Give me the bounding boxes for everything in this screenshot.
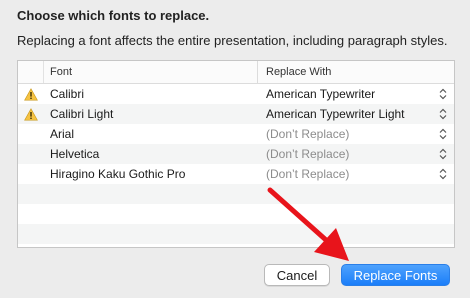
empty-row xyxy=(18,204,454,224)
replace-with-select[interactable]: (Don’t Replace) xyxy=(258,147,432,161)
warning-triangle-icon xyxy=(24,87,38,101)
replace-with-select[interactable]: (Don’t Replace) xyxy=(258,167,432,181)
table-row[interactable]: Calibri Light American Typewriter Light xyxy=(18,104,454,124)
up-down-stepper-icon[interactable] xyxy=(439,128,447,140)
font-name: Arial xyxy=(50,127,75,141)
dialog-title: Choose which fonts to replace. xyxy=(17,8,210,23)
dialog-subtitle: Replacing a font affects the entire pres… xyxy=(17,33,448,48)
table-row[interactable]: Calibri American Typewriter xyxy=(18,84,454,104)
table-header: Font Replace With xyxy=(18,61,454,84)
cancel-button[interactable]: Cancel xyxy=(264,264,330,286)
table-row[interactable]: Helvetica (Don’t Replace) xyxy=(18,144,454,164)
empty-row xyxy=(18,224,454,244)
up-down-stepper-icon[interactable] xyxy=(439,88,447,100)
font-replacement-table: Font Replace With Calibri American Typew… xyxy=(17,60,455,248)
replace-fonts-button[interactable]: Replace Fonts xyxy=(341,264,450,286)
up-down-stepper-icon[interactable] xyxy=(439,108,447,120)
up-down-stepper-icon[interactable] xyxy=(439,148,447,160)
header-font[interactable]: Font xyxy=(44,61,258,83)
table-row[interactable]: Arial (Don’t Replace) xyxy=(18,124,454,144)
font-name: Calibri Light xyxy=(50,107,114,121)
header-replace-with[interactable]: Replace With xyxy=(258,61,454,83)
font-name: Hiragino Kaku Gothic Pro xyxy=(50,167,186,181)
warning-triangle-icon xyxy=(24,107,38,121)
replace-with-select[interactable]: American Typewriter Light xyxy=(258,107,432,121)
up-down-stepper-icon[interactable] xyxy=(439,168,447,180)
header-warning-column xyxy=(18,61,44,83)
replace-with-select[interactable]: (Don’t Replace) xyxy=(258,127,432,141)
font-name: Calibri xyxy=(50,87,85,101)
replace-with-select[interactable]: American Typewriter xyxy=(258,87,432,101)
table-row[interactable]: Hiragino Kaku Gothic Pro (Don’t Replace) xyxy=(18,164,454,184)
empty-row xyxy=(18,184,454,204)
font-name: Helvetica xyxy=(50,147,100,161)
